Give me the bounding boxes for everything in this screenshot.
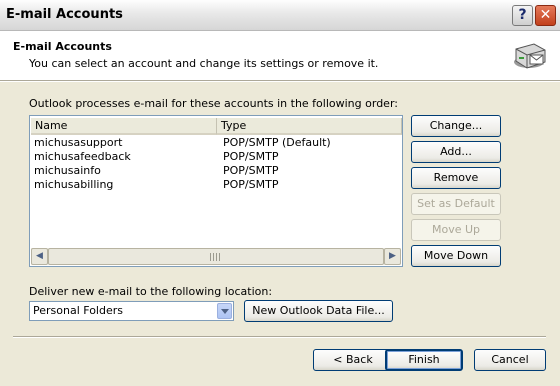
header-title: E-mail Accounts: [13, 40, 112, 53]
change-button[interactable]: Change...: [411, 115, 501, 137]
chevron-down-icon[interactable]: [217, 303, 232, 319]
new-data-file-button[interactable]: New Outlook Data File...: [244, 300, 393, 322]
delivery-location-select[interactable]: Personal Folders: [29, 301, 234, 321]
grip-icon: [210, 253, 220, 261]
window-title: E-mail Accounts: [6, 7, 123, 22]
remove-button[interactable]: Remove: [411, 167, 501, 189]
cancel-button[interactable]: Cancel: [474, 349, 546, 371]
account-type: POP/SMTP (Default): [223, 136, 331, 149]
account-type: POP/SMTP: [223, 178, 279, 191]
horizontal-scrollbar[interactable]: ◀ ▶: [31, 248, 401, 265]
list-item[interactable]: michusainfo POP/SMTP: [31, 164, 401, 178]
header-subtitle: You can select an account and change its…: [29, 57, 379, 70]
list-item[interactable]: michusafeedback POP/SMTP: [31, 150, 401, 164]
title-bar: E-mail Accounts ? ✕: [0, 0, 560, 31]
accounts-list[interactable]: Name Type michusasupport POP/SMTP (Defau…: [29, 115, 403, 267]
mail-accounts-icon: [514, 43, 546, 69]
footer-separator: [13, 336, 546, 338]
account-type: POP/SMTP: [223, 150, 279, 163]
deliver-label: Deliver new e-mail to the following loca…: [29, 285, 273, 298]
list-item[interactable]: michusasupport POP/SMTP (Default): [31, 136, 401, 150]
back-button[interactable]: < Back: [313, 349, 393, 371]
finish-button[interactable]: Finish: [385, 349, 463, 371]
delivery-location-value: Personal Folders: [33, 304, 123, 317]
account-name: michusafeedback: [34, 150, 131, 163]
account-name: michusabilling: [34, 178, 114, 191]
move-down-button[interactable]: Move Down: [411, 245, 501, 267]
move-up-button[interactable]: Move Up: [411, 219, 501, 241]
wizard-header: E-mail Accounts You can select an accoun…: [0, 31, 560, 80]
account-name: michusasupport: [34, 136, 123, 149]
help-button[interactable]: ?: [512, 5, 533, 26]
order-label: Outlook processes e-mail for these accou…: [29, 97, 398, 110]
column-header-type[interactable]: Type: [217, 118, 402, 135]
close-button[interactable]: ✕: [535, 5, 556, 26]
add-button[interactable]: Add...: [411, 141, 501, 163]
scroll-left-icon[interactable]: ◀: [31, 248, 48, 265]
account-type: POP/SMTP: [223, 164, 279, 177]
account-name: michusainfo: [34, 164, 101, 177]
list-item[interactable]: michusabilling POP/SMTP: [31, 178, 401, 192]
scrollbar-thumb[interactable]: [48, 248, 384, 265]
column-header-name[interactable]: Name: [31, 118, 217, 135]
scroll-right-icon[interactable]: ▶: [384, 248, 401, 265]
set-as-default-button[interactable]: Set as Default: [411, 193, 501, 215]
header-separator: [0, 80, 560, 82]
